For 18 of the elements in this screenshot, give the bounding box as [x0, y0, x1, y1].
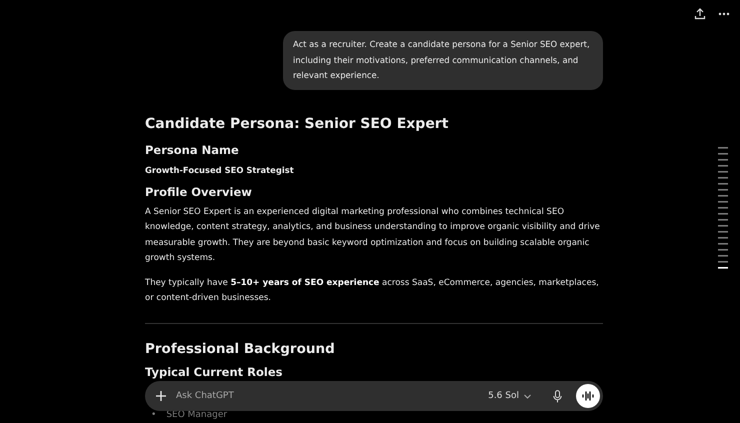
voice-button[interactable]	[576, 384, 600, 408]
response-title: Candidate Persona: Senior SEO Expert	[145, 114, 450, 134]
paragraph: A Senior SEO Expert is an experienced digital marketing professional who combines technical SEO knowledge, content strategy, analytics, and business understanding to improve organic visibility and drive measurable growth. They are beyond basic keyword optimization and focus on building scalable organic growth systems.	[145, 206, 601, 266]
more-icon	[718, 12, 730, 16]
subheading: Typical Current Roles	[145, 364, 284, 380]
caret-icon	[524, 394, 531, 398]
bullet: •	[151, 409, 156, 422]
user-message: Act as a recruiter. Create a candidate persona for a Senior SEO expert, including their motivations, preferred communication channels, and relevant experience.	[283, 31, 603, 90]
share-button[interactable]	[692, 6, 708, 22]
model-selector[interactable]: 5.6 Sol	[488, 391, 539, 401]
section-title: Professional Background	[145, 340, 336, 360]
sound-wave-icon	[582, 391, 594, 401]
section-heading: Profile Overview	[145, 184, 253, 200]
section-heading: Persona Name	[145, 142, 240, 158]
chat-input[interactable]: Ask ChatGPT 5.6 Sol	[145, 381, 603, 411]
paragraph: They typically have 5–10+ years of SEO experience across SaaS, eCommerce, agencies, marketplaces, or content-driven businesses.	[145, 276, 600, 306]
add-icon[interactable]	[156, 391, 166, 401]
persona-name: Growth-Focused SEO Strategist	[145, 164, 295, 176]
